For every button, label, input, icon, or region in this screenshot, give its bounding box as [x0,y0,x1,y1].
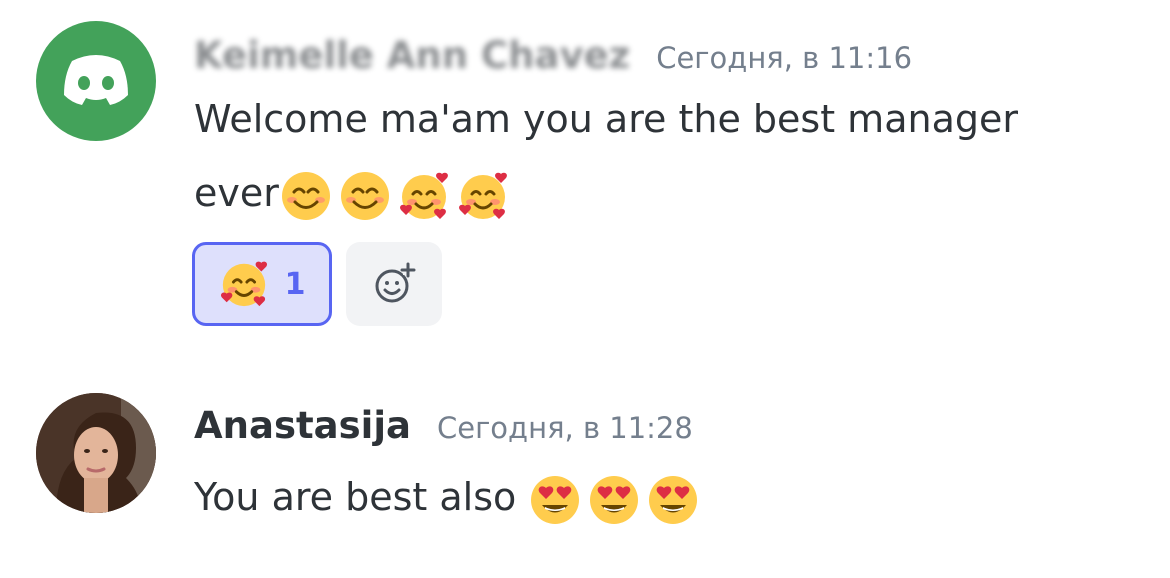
smiling-face-with-hearts-icon [219,259,269,309]
add-reaction-icon [375,262,416,303]
discord-avatar[interactable] [36,21,156,141]
discord-logo-icon [64,55,128,105]
smiling-face-icon [339,170,391,222]
user-avatar-anastasija[interactable] [36,393,156,513]
message-text-line-1: Welcome ma'am you are the best manager [194,97,1018,141]
message-text-ever: ever [194,171,279,215]
message-header: Keimelle Ann Chavez Сегодня, в 11:16 [194,34,912,77]
reactions-bar: 1 [192,242,442,326]
message-header: Anastasija Сегодня, в 11:28 [194,404,693,447]
message-text-line: You are best also [194,460,699,534]
reaction-count: 1 [284,266,306,302]
emoji-row [529,474,699,526]
author-name-blurred[interactable]: Keimelle Ann Chavez [194,34,630,77]
reaction-smiling-face-with-hearts[interactable]: 1 [192,242,332,326]
heart-eyes-icon [588,474,640,526]
smiling-face-with-hearts-icon [398,170,450,222]
author-name[interactable]: Anastasija [194,404,411,447]
message-content: You are best also [194,460,699,534]
smiling-face-icon [280,170,332,222]
heart-eyes-icon [647,474,699,526]
user-photo [36,393,156,513]
add-reaction-button[interactable] [346,242,442,326]
heart-eyes-icon [529,474,581,526]
message-content: Welcome ma'am you are the best manager e… [194,82,1018,230]
message-text-line-2: ever [194,156,1018,230]
emoji-row [280,170,509,222]
timestamp: Сегодня, в 11:28 [436,411,693,445]
smiling-face-with-hearts-icon [457,170,509,222]
timestamp: Сегодня, в 11:16 [656,41,913,75]
message-text: You are best also [194,475,517,519]
